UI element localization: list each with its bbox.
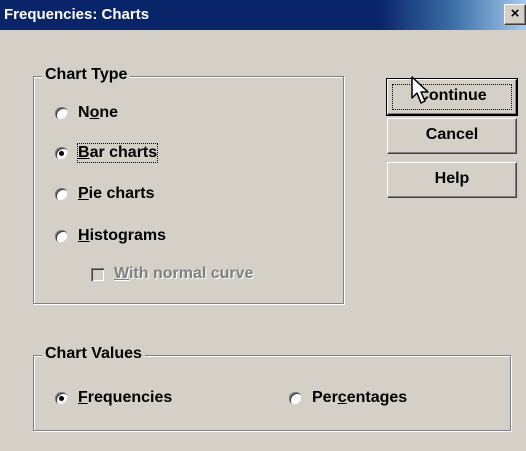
cancel-button-label: Cancel xyxy=(425,126,479,143)
chart-values-label: Chart Values xyxy=(42,345,145,363)
radio-histograms-label: Histograms xyxy=(78,227,167,244)
radio-histograms[interactable]: Histograms xyxy=(55,227,166,245)
title-bar[interactable]: Frequencies: Charts × xyxy=(0,0,526,30)
help-button[interactable]: Help xyxy=(387,162,517,198)
radio-none-label: None xyxy=(78,104,119,121)
radio-frequencies-label: Frequencies xyxy=(78,389,173,406)
radio-frequencies[interactable]: Frequencies xyxy=(55,389,172,407)
frequencies-charts-dialog: Frequencies: Charts × Chart Type None Ba… xyxy=(0,0,526,451)
radio-frequencies-button[interactable] xyxy=(55,391,68,405)
arrow-cursor-icon xyxy=(411,76,429,104)
checkbox-with-normal-curve-box[interactable] xyxy=(91,267,104,281)
focus-rectangle xyxy=(392,84,512,110)
radio-percentages-label: Percentages xyxy=(312,389,408,406)
cancel-button[interactable]: Cancel xyxy=(387,118,517,154)
radio-pie-charts-button[interactable] xyxy=(55,187,68,201)
radio-bar-charts-label: Bar charts xyxy=(76,143,159,163)
radio-none[interactable]: None xyxy=(55,104,118,122)
checkbox-with-normal-curve-label: With normal curve xyxy=(114,265,254,282)
help-button-label: Help xyxy=(434,170,470,187)
chart-type-label: Chart Type xyxy=(42,66,131,84)
continue-button[interactable]: Continue xyxy=(386,78,518,116)
radio-pie-charts-label: Pie charts xyxy=(78,185,155,202)
radio-percentages-button[interactable] xyxy=(289,391,302,405)
radio-pie-charts[interactable]: Pie charts xyxy=(55,185,154,203)
radio-none-button[interactable] xyxy=(55,106,68,120)
radio-percentages[interactable]: Percentages xyxy=(289,389,407,407)
close-button[interactable]: × xyxy=(504,4,526,25)
checkbox-with-normal-curve[interactable]: With normal curve xyxy=(91,265,253,283)
radio-histograms-button[interactable] xyxy=(55,229,68,243)
window-title: Frequencies: Charts xyxy=(4,6,150,23)
radio-bar-charts-button[interactable] xyxy=(55,146,68,160)
close-icon: × xyxy=(510,5,520,22)
radio-bar-charts[interactable]: Bar charts xyxy=(55,143,159,163)
